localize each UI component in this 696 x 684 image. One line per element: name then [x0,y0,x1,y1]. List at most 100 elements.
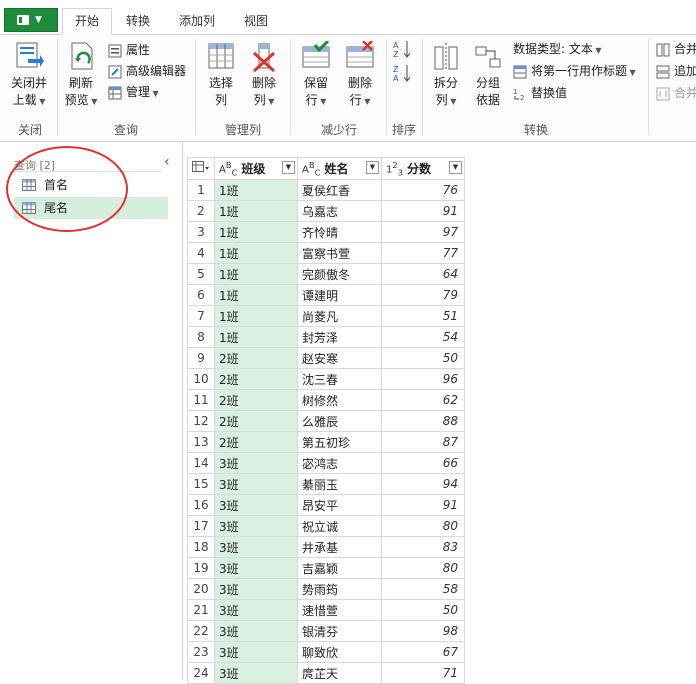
table-row[interactable]: 22 3班 银清芬 98 [187,620,465,642]
cell-class[interactable]: 3班 [214,536,298,558]
cell-class[interactable]: 3班 [214,452,298,474]
cell-score[interactable]: 67 [381,641,465,663]
data-type-dropdown[interactable]: 数据类型: 文本 ▼ [513,40,602,58]
table-row[interactable]: 21 3班 速惜萱 50 [187,599,465,621]
close-and-load-button[interactable]: 关闭并 上载 ▼ [6,41,52,110]
filter-dropdown-icon[interactable]: ▼ [449,161,462,174]
sort-ascending-button[interactable]: AZ [393,39,415,61]
cell-class[interactable]: 3班 [214,641,298,663]
cell-score[interactable]: 50 [381,347,465,369]
cell-name[interactable]: 祝立诚 [297,515,382,537]
cell-score[interactable]: 76 [381,179,465,201]
cell-class[interactable]: 1班 [214,221,298,243]
use-first-row-as-headers-button[interactable]: 将第一行用作标题 ▼ [513,62,636,80]
cell-score[interactable]: 66 [381,452,465,474]
cell-name[interactable]: 宓鸿志 [297,452,382,474]
cell-name[interactable]: 吉嘉颖 [297,557,382,579]
table-row[interactable]: 18 3班 井承基 83 [187,536,465,558]
tab-view[interactable]: 视图 [234,10,278,34]
cell-score[interactable]: 58 [381,578,465,600]
cell-name[interactable]: 尚菱凡 [297,305,382,327]
cell-class[interactable]: 2班 [214,347,298,369]
cell-name[interactable]: 封芳泽 [297,326,382,348]
collapse-chevron-icon[interactable]: ‹ [164,154,170,170]
table-row[interactable]: 16 3班 昂安平 91 [187,494,465,516]
cell-score[interactable]: 91 [381,494,465,516]
cell-score[interactable]: 50 [381,599,465,621]
filter-dropdown-icon[interactable]: ▼ [366,161,379,174]
cell-name[interactable]: 完颜傲冬 [297,263,382,285]
tab-transform[interactable]: 转换 [116,10,160,34]
table-row[interactable]: 5 1班 完颜傲冬 64 [187,263,465,285]
combine-binaries-button[interactable]: 合并 [656,84,696,102]
cell-class[interactable]: 1班 [214,179,298,201]
table-row[interactable]: 17 3班 祝立诚 80 [187,515,465,537]
table-row[interactable]: 11 2班 树修然 62 [187,389,465,411]
cell-class[interactable]: 3班 [214,578,298,600]
cell-name[interactable]: 速惜萱 [297,599,382,621]
remove-columns-button[interactable]: 删除 列 ▼ [244,41,284,110]
cell-name[interactable]: 势雨筠 [297,578,382,600]
table-row[interactable]: 2 1班 乌嘉志 91 [187,200,465,222]
table-row[interactable]: 6 1班 谭建明 79 [187,284,465,306]
cell-class[interactable]: 1班 [214,326,298,348]
column-header-name[interactable]: ABC 姓名 ▼ [297,157,382,180]
table-row[interactable]: 7 1班 尚菱凡 51 [187,305,465,327]
cell-class[interactable]: 3班 [214,620,298,642]
cell-score[interactable]: 91 [381,200,465,222]
cell-name[interactable]: 齐怜晴 [297,221,382,243]
table-row[interactable]: 3 1班 齐怜晴 97 [187,221,465,243]
cell-class[interactable]: 2班 [214,389,298,411]
cell-class[interactable]: 3班 [214,494,298,516]
cell-class[interactable]: 1班 [214,242,298,264]
cell-name[interactable]: 沈三春 [297,368,382,390]
cell-score[interactable]: 94 [381,473,465,495]
cell-class[interactable]: 2班 [214,431,298,453]
cell-score[interactable]: 77 [381,242,465,264]
table-row[interactable]: 12 2班 么雅辰 88 [187,410,465,432]
cell-class[interactable]: 3班 [214,515,298,537]
advanced-editor-button[interactable]: 高级编辑器 [108,62,186,80]
column-header-class[interactable]: ABC 班级 ▼ [214,157,298,180]
table-row[interactable]: 23 3班 聊致欣 67 [187,641,465,663]
table-row[interactable]: 10 2班 沈三春 96 [187,368,465,390]
cell-name[interactable]: 赵安寒 [297,347,382,369]
cell-name[interactable]: 富察书萱 [297,242,382,264]
cell-score[interactable]: 88 [381,410,465,432]
sort-descending-button[interactable]: ZA [393,63,415,85]
cell-score[interactable]: 97 [381,221,465,243]
replace-values-button[interactable]: 1 2 替换值 [513,84,567,102]
cell-class[interactable]: 1班 [214,263,298,285]
split-column-button[interactable]: 拆分 列 ▼ [426,41,466,110]
cell-score[interactable]: 64 [381,263,465,285]
cell-name[interactable]: 昂安平 [297,494,382,516]
cell-score[interactable]: 98 [381,620,465,642]
cell-name[interactable]: 聊致欣 [297,641,382,663]
keep-rows-button[interactable]: 保留 行 ▼ [294,41,338,110]
table-row[interactable]: 19 3班 吉嘉颖 80 [187,557,465,579]
cell-name[interactable]: 庹芷天 [297,662,382,684]
cell-score[interactable]: 62 [381,389,465,411]
file-menu-button[interactable]: ▼ [4,8,58,32]
cell-score[interactable]: 51 [381,305,465,327]
cell-name[interactable]: 谭建明 [297,284,382,306]
cell-class[interactable]: 1班 [214,200,298,222]
table-menu-button[interactable] [187,157,215,180]
choose-columns-button[interactable]: 选择 列 [200,41,242,109]
query-item[interactable]: 首名 [14,174,168,196]
cell-class[interactable]: 3班 [214,557,298,579]
table-row[interactable]: 24 3班 庹芷天 71 [187,662,465,684]
append-queries-button[interactable]: 追加 [656,62,696,80]
cell-score[interactable]: 80 [381,557,465,579]
table-row[interactable]: 15 3班 綦丽玉 94 [187,473,465,495]
filter-dropdown-icon[interactable]: ▼ [282,161,295,174]
remove-rows-button[interactable]: 删除 行 ▼ [340,41,380,110]
cell-score[interactable]: 71 [381,662,465,684]
column-header-score[interactable]: 123 分数 ▼ [381,157,465,180]
cell-name[interactable]: 树修然 [297,389,382,411]
merge-queries-button[interactable]: 合并 [656,40,696,58]
cell-class[interactable]: 3班 [214,662,298,684]
cell-class[interactable]: 1班 [214,284,298,306]
cell-name[interactable]: 綦丽玉 [297,473,382,495]
cell-score[interactable]: 96 [381,368,465,390]
